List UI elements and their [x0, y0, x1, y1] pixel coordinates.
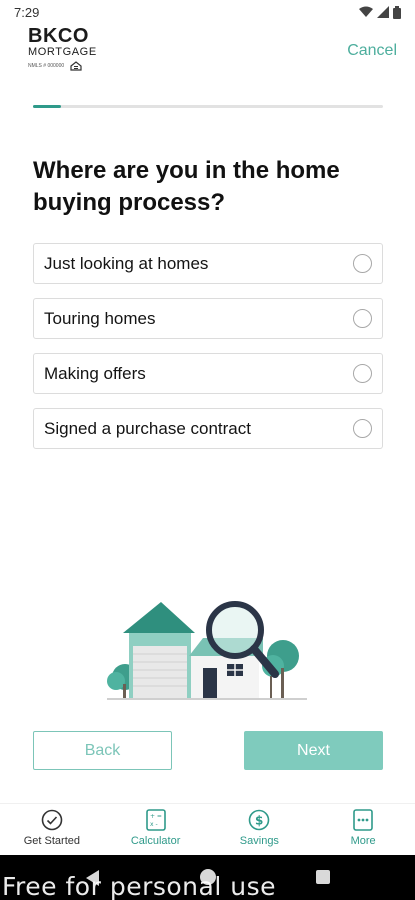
more-dots-icon [351, 808, 375, 832]
option-just-looking[interactable]: Just looking at homes [33, 243, 383, 284]
header: BKCO MORTGAGE NMLS # 000000 Cancel [0, 26, 415, 80]
nav-get-started[interactable]: Get Started [7, 808, 97, 847]
dollar-circle-icon: $ [247, 808, 271, 832]
radio-button[interactable] [353, 254, 372, 273]
status-icons [359, 5, 401, 19]
battery-icon [393, 5, 401, 19]
option-label: Making offers [44, 363, 146, 383]
option-label: Just looking at homes [44, 253, 209, 273]
nav-label: More [350, 835, 376, 847]
logo-sub-text: MORTGAGE [28, 46, 97, 58]
option-making-offers[interactable]: Making offers [33, 353, 383, 394]
logo-nmls: NMLS # 000000 [28, 61, 98, 71]
nav-label: Savings [239, 835, 279, 847]
svg-text:+ =: + = [150, 813, 162, 820]
nav-more[interactable]: More [318, 808, 408, 847]
next-button[interactable]: Next [244, 731, 383, 770]
progress-fill [33, 105, 61, 108]
system-nav-bar: Free for personal use [0, 855, 415, 900]
cancel-button[interactable]: Cancel [347, 42, 397, 60]
svg-text:$: $ [255, 814, 263, 828]
option-label: Signed a purchase contract [44, 418, 251, 438]
radio-button[interactable] [353, 364, 372, 383]
logo-main-text: BKCO [28, 25, 89, 47]
watermark-text: Free for personal use [2, 872, 276, 900]
question-title: Where are you in the home buying process… [33, 157, 340, 216]
progress-bar [33, 105, 383, 108]
system-recents-icon[interactable] [316, 870, 330, 884]
nav-savings[interactable]: $ Savings [214, 808, 304, 847]
bottom-nav: Get Started + = x - Calculator $ Savings … [0, 803, 415, 855]
wifi-icon [359, 6, 373, 17]
logo-nmls-text: NMLS # 000000 [28, 63, 65, 69]
calculator-icon: + = x - [144, 808, 168, 832]
radio-button[interactable] [353, 419, 372, 438]
status-time: 7:29 [14, 4, 40, 20]
nav-label: Get Started [23, 835, 80, 847]
option-label: Touring homes [44, 308, 156, 328]
equal-housing-icon [70, 61, 82, 71]
status-bar: 7:29 [0, 0, 415, 24]
svg-text:x -: x - [150, 821, 158, 828]
option-signed-contract[interactable]: Signed a purchase contract [33, 408, 383, 449]
bkco-logo: BKCO MORTGAGE NMLS # 000000 [28, 26, 98, 71]
options-list: Just looking at homes Touring homes Maki… [33, 243, 383, 463]
signal-icon [377, 6, 389, 18]
house-search-illustration [107, 601, 307, 700]
option-touring-homes[interactable]: Touring homes [33, 298, 383, 339]
nav-calculator[interactable]: + = x - Calculator [111, 808, 201, 847]
nav-label: Calculator [130, 835, 181, 847]
radio-button[interactable] [353, 309, 372, 328]
check-circle-icon [40, 808, 64, 832]
back-button[interactable]: Back [33, 731, 172, 770]
